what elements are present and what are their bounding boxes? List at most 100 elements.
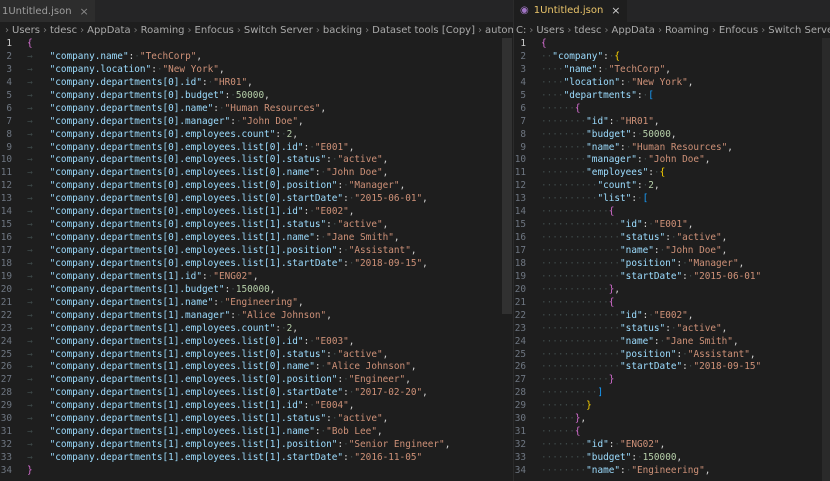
chevron-right-icon: ›	[604, 25, 609, 36]
code-line[interactable]: 34 ········"name":·"Engineering",	[514, 465, 830, 478]
code-line[interactable]: 7 → "company.departments[0].manager":·"Jo…	[0, 116, 513, 129]
code-line[interactable]: 21 ············{	[514, 297, 830, 310]
code-line[interactable]: 17 ··············"name":·"John Doe",	[514, 245, 830, 258]
code-line[interactable]: 13 → "company.departments[0].employees.li…	[0, 193, 513, 206]
breadcrumb-item[interactable]: AppData	[87, 25, 130, 36]
code-lines[interactable]: 1{2 → "company.name":·"TechCorp", 3 → "comp…	[0, 38, 513, 478]
code-line[interactable]: 25 → "company.departments[1].employees.li…	[0, 349, 513, 362]
code-line[interactable]: 28 ··········]	[514, 387, 830, 400]
code-line[interactable]: 29 ········}	[514, 400, 830, 413]
breadcrumb-item[interactable]: Users	[536, 25, 564, 36]
code-line[interactable]: 30 ······},	[514, 413, 830, 426]
breadcrumb-item[interactable]: automanaged	[485, 25, 513, 36]
code-line[interactable]: 22 → "company.departments[1].manager":·"A…	[0, 310, 513, 323]
code-line[interactable]: 10 ········"manager":·"John Doe",	[514, 154, 830, 167]
code-line[interactable]: 31 ······{	[514, 426, 830, 439]
code-line[interactable]: 8 → "company.departments[0].employees.cou…	[0, 129, 513, 142]
code-line[interactable]: 20 → "company.departments[1].budget":·150…	[0, 284, 513, 297]
code-line[interactable]: 33 → "company.departments[1].employees.li…	[0, 452, 513, 465]
code-line[interactable]: 34}	[0, 465, 513, 478]
code-line[interactable]: 13 ··········"list":·[	[514, 193, 830, 206]
breadcrumb-item[interactable]: Switch Server	[244, 25, 313, 36]
breadcrumb-item[interactable]: tdesc	[574, 25, 601, 36]
code-line[interactable]: 15 → "company.departments[0].employees.li…	[0, 219, 513, 232]
code-line[interactable]: 23 → "company.departments[1].employees.co…	[0, 323, 513, 336]
code-line[interactable]: 19 ··············"startDate":·"2015-06-01…	[514, 271, 830, 284]
code-line[interactable]: 16 → "company.departments[0].employees.li…	[0, 232, 513, 245]
code-line[interactable]: 1{	[0, 38, 513, 51]
scrollbar-thumb[interactable]	[502, 38, 512, 314]
code-lines[interactable]: 1{2 ··"company":·{3 ····"name":·"TechCorp"…	[514, 38, 830, 478]
tab-label: 1Untitled.json	[533, 5, 604, 16]
code-line[interactable]: 18 → "company.departments[0].employees.li…	[0, 258, 513, 271]
code-line[interactable]: 28 → "company.departments[1].employees.li…	[0, 387, 513, 400]
line-text: ········"name":·"Engineering",	[541, 464, 711, 476]
code-line[interactable]: 17 → "company.departments[0].employees.li…	[0, 245, 513, 258]
code-line[interactable]: 24 → "company.departments[1].employees.li…	[0, 336, 513, 349]
line-text: ············}	[541, 374, 615, 386]
line-number: 27	[514, 374, 526, 386]
code-line[interactable]: 12 → "company.departments[0].employees.li…	[0, 180, 513, 193]
code-line[interactable]: 6 → "company.departments[0].name":·"Human…	[0, 103, 513, 116]
code-line[interactable]: 14 ············{	[514, 206, 830, 219]
breadcrumb-item[interactable]: tdesc	[50, 25, 77, 36]
breadcrumb-item[interactable]: Roaming	[141, 25, 185, 36]
code-line[interactable]: 19 → "company.departments[1].id":·"ENG02"…	[0, 271, 513, 284]
tab-left-untitled[interactable]: 1Untitled.json ×	[0, 0, 95, 22]
code-line[interactable]: 26 → "company.departments[1].employees.li…	[0, 361, 513, 374]
close-icon[interactable]: ×	[611, 4, 620, 17]
code-line[interactable]: 27 ············}	[514, 374, 830, 387]
breadcrumb-item[interactable]: AppData	[612, 25, 655, 36]
code-line[interactable]: 22 ··············"id":·"E002",	[514, 310, 830, 323]
code-line[interactable]: 12 ··········"count":·2,	[514, 180, 830, 193]
scrollbar-track[interactable]	[822, 38, 830, 481]
code-line[interactable]: 9 → "company.departments[0].employees.lis…	[0, 142, 513, 155]
code-line[interactable]: 30 → "company.departments[1].employees.li…	[0, 413, 513, 426]
code-line[interactable]: 4 → "company.departments[0].id":·"HR01",	[0, 77, 513, 90]
breadcrumb-item[interactable]: Enfocus	[719, 25, 758, 36]
code-line[interactable]: 1{	[514, 38, 830, 51]
breadcrumb-item[interactable]: Users	[12, 25, 40, 36]
code-line[interactable]: 32 ········"id":·"ENG02",	[514, 439, 830, 452]
left-editor-pane[interactable]: 1Untitled.json × › Users › tdesc › AppData › Ro…	[0, 0, 513, 481]
code-line[interactable]: 25 ··············"position":·"Assistant",	[514, 349, 830, 362]
code-line[interactable]: 24 ··············"name":·"Jane Smith",	[514, 336, 830, 349]
code-line[interactable]: 20 ············},	[514, 284, 830, 297]
code-line[interactable]: 2 → "company.name":·"TechCorp",	[0, 51, 513, 64]
right-editor-pane[interactable]: ◉ 1Untitled.json × C: › Users › tdesc › AppDat…	[513, 0, 830, 481]
code-line[interactable]: 15 ··············"id":·"E001",	[514, 219, 830, 232]
breadcrumb-item[interactable]: Roaming	[665, 25, 709, 36]
code-line[interactable]: 27 → "company.departments[1].employees.li…	[0, 374, 513, 387]
breadcrumb-item[interactable]: Switch Server	[768, 25, 830, 36]
line-text: ··"company":·{	[541, 50, 621, 62]
breadcrumb-item[interactable]: Enfocus	[195, 25, 234, 36]
code-line[interactable]: 23 ··············"status":·"active",	[514, 323, 830, 336]
code-line[interactable]: 8 ········"budget":·50000,	[514, 129, 830, 142]
breadcrumb-item[interactable]: C:	[516, 25, 526, 36]
code-line[interactable]: 26 ··············"startDate":·"2018-09-15…	[514, 361, 830, 374]
code-line[interactable]: 6 ······{	[514, 103, 830, 116]
code-line[interactable]: 7 ········"id":·"HR01",	[514, 116, 830, 129]
breadcrumb-item[interactable]: backing	[323, 25, 362, 36]
code-line[interactable]: 2 ··"company":·{	[514, 51, 830, 64]
code-line[interactable]: 14 → "company.departments[0].employees.li…	[0, 206, 513, 219]
code-line[interactable]: 5 ····"departments":·[	[514, 90, 830, 103]
code-line[interactable]: 3 → "company.location":·"New York",	[0, 64, 513, 77]
code-line[interactable]: 29 → "company.departments[1].employees.li…	[0, 400, 513, 413]
code-line[interactable]: 11 → "company.departments[0].employees.li…	[0, 167, 513, 180]
code-line[interactable]: 33 ········"budget":·150000,	[514, 452, 830, 465]
code-line[interactable]: 9 ········"name":·"Human Resources",	[514, 142, 830, 155]
code-line[interactable]: 31 → "company.departments[1].employees.li…	[0, 426, 513, 439]
tab-right-untitled[interactable]: ◉ 1Untitled.json ×	[514, 0, 627, 22]
code-line[interactable]: 10 → "company.departments[0].employees.li…	[0, 154, 513, 167]
code-line[interactable]: 3 ····"name":·"TechCorp",	[514, 64, 830, 77]
code-line[interactable]: 11 ········"employees":·{	[514, 167, 830, 180]
code-line[interactable]: 16 ··············"status":·"active",	[514, 232, 830, 245]
code-line[interactable]: 21 → "company.departments[1].name":·"Engi…	[0, 297, 513, 310]
close-icon[interactable]: ×	[80, 5, 89, 18]
code-line[interactable]: 4 ····"location":·"New York",	[514, 77, 830, 90]
code-line[interactable]: 32 → "company.departments[1].employees.li…	[0, 439, 513, 452]
code-line[interactable]: 18 ··············"position":·"Manager",	[514, 258, 830, 271]
breadcrumb-item[interactable]: Dataset tools [Copy]	[372, 25, 475, 36]
code-line[interactable]: 5 → "company.departments[0].budget":·5000…	[0, 90, 513, 103]
